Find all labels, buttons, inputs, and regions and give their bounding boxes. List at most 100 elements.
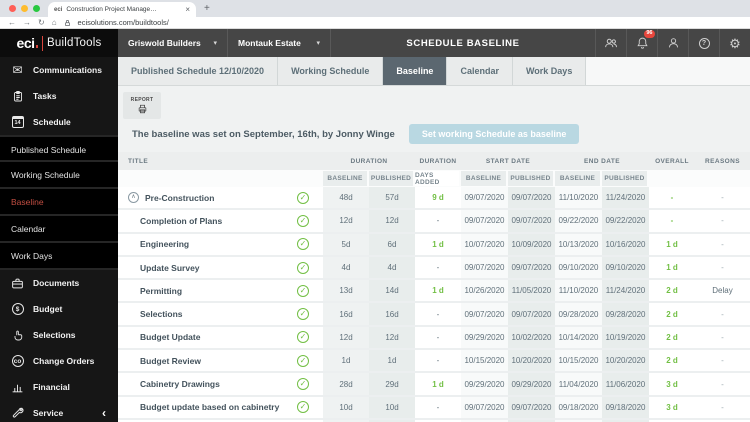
- start-date-published-cell: 09/07/2020: [508, 210, 555, 232]
- end-date-published-cell: 09/28/2020: [602, 303, 649, 325]
- column-header-duration2[interactable]: DURATION: [415, 158, 461, 165]
- minimize-window-button[interactable]: [21, 5, 28, 12]
- duration-published-cell: 12d: [369, 326, 415, 349]
- close-window-button[interactable]: [9, 5, 16, 12]
- logo-dot: [35, 45, 39, 48]
- end-date-baseline-cell: 10/15/2020: [555, 350, 602, 372]
- table-row[interactable]: ∧ Engineering ✓ 5d 6d 1 d 10/07/2020 10/…: [118, 233, 750, 257]
- check-circle-icon: ✓: [297, 401, 309, 414]
- sidebar-item-budget[interactable]: $ Budget: [0, 296, 118, 322]
- table-row[interactable]: ∧ Selections ✓ 16d 16d - 09/07/2020 09/0…: [118, 303, 750, 327]
- group-icon: [605, 38, 617, 48]
- duration-baseline-cell: 5d: [323, 233, 369, 255]
- sidebar-item-published-schedule[interactable]: Published Schedule: [0, 135, 118, 162]
- table-row[interactable]: ∧ Budget Review ✓ 1d 1d - 10/15/2020 10/…: [118, 350, 750, 374]
- check-circle-icon: ✓: [297, 191, 309, 204]
- reload-icon[interactable]: ↻: [38, 18, 45, 27]
- overall-cell: 3 d: [666, 379, 678, 389]
- column-header-title[interactable]: TITLE: [118, 158, 323, 165]
- table-row[interactable]: ∧ Budget Update ✓ 12d 12d - 09/29/2020 1…: [118, 326, 750, 351]
- column-header-duration[interactable]: DURATION: [323, 158, 415, 165]
- tab-work-days[interactable]: Work Days: [512, 57, 587, 85]
- reasons-cell: -: [721, 309, 724, 319]
- column-header-start-date[interactable]: START DATE: [461, 158, 555, 165]
- end-date-baseline-cell: 11/10/2020: [555, 187, 602, 209]
- buildtools-logo[interactable]: eci BuildTools: [0, 29, 118, 57]
- duration-published-cell: 14d: [369, 280, 415, 302]
- briefcase-icon: [10, 277, 25, 290]
- sidebar-item-work-days[interactable]: Work Days: [0, 243, 118, 270]
- tab-calendar[interactable]: Calendar: [447, 57, 513, 85]
- table-row[interactable]: ∧ Cabinetry Drawings ✓ 28d 29d 1 d 09/29…: [118, 373, 750, 397]
- reasons-cell: -: [721, 263, 724, 273]
- sidebar-item-documents[interactable]: Documents: [0, 270, 118, 296]
- back-icon[interactable]: ←: [8, 18, 16, 27]
- tab-working-schedule[interactable]: Working Schedule: [278, 57, 384, 85]
- subheader-baseline[interactable]: BASELINE: [461, 171, 508, 186]
- subheader-days-added[interactable]: DAYS ADDED: [415, 171, 461, 186]
- overall-cell: 2 d: [666, 309, 678, 319]
- column-header-reasons[interactable]: REASONS: [695, 158, 750, 165]
- project-dropdown[interactable]: Montauk Estate ▾: [228, 29, 331, 57]
- table-row[interactable]: ∧ Completion of Plans ✓ 12d 12d - 09/07/…: [118, 210, 750, 234]
- app-window: eci Construction Project Manage… × + ← →…: [0, 0, 750, 422]
- subheader-published[interactable]: PUBLISHED: [602, 171, 649, 186]
- collapse-sidebar-icon[interactable]: ‹: [102, 406, 106, 420]
- start-date-published-cell: 10/20/2020: [508, 350, 555, 372]
- subheader-published[interactable]: PUBLISHED: [369, 171, 415, 186]
- subheader-published[interactable]: PUBLISHED: [508, 171, 555, 186]
- sidebar-item-calendar[interactable]: Calendar: [0, 216, 118, 243]
- table-row[interactable]: ∧ Pre-Construction ✓ 48d 57d 9 d 09/07/2…: [118, 187, 750, 211]
- sidebar-item-tasks[interactable]: Tasks: [0, 83, 118, 109]
- sidebar-item-label: Change Orders: [33, 356, 95, 366]
- account-button[interactable]: [657, 29, 688, 57]
- sidebar-item-label: Budget: [33, 304, 63, 314]
- task-title: Selections: [140, 309, 183, 320]
- sidebar-item-service[interactable]: Service ‹: [0, 400, 118, 422]
- sidebar-item-communications[interactable]: ✉ Communications: [0, 57, 118, 83]
- report-button[interactable]: REPORT: [123, 92, 161, 119]
- close-tab-icon[interactable]: ×: [185, 5, 190, 14]
- wrench-icon: [10, 407, 25, 420]
- clipboard-icon: [10, 90, 25, 103]
- home-icon[interactable]: ⌂: [52, 18, 57, 27]
- sidebar-item-financial[interactable]: Financial: [0, 374, 118, 400]
- report-label: REPORT: [130, 97, 154, 103]
- end-date-published-cell: 11/06/2020: [602, 373, 649, 395]
- task-title-cell: ∧ Budget Update ✓: [118, 327, 323, 348]
- browser-tab[interactable]: eci Construction Project Manage… ×: [48, 2, 196, 17]
- subheader-baseline[interactable]: BASELINE: [323, 171, 369, 186]
- table-row[interactable]: ∧ Permitting ✓ 13d 14d 1 d 10/26/2020 11…: [118, 280, 750, 304]
- maximize-window-button[interactable]: [33, 5, 40, 12]
- user-icon: [668, 38, 678, 48]
- set-baseline-button[interactable]: Set working Schedule as baseline: [408, 124, 580, 144]
- sidebar-item-baseline[interactable]: Baseline: [0, 189, 118, 216]
- notifications-button[interactable]: 96: [626, 29, 657, 57]
- table-row[interactable]: ∧ Update Survey ✓ 4d 4d - 09/07/2020 09/…: [118, 256, 750, 281]
- contacts-button[interactable]: [595, 29, 626, 57]
- sidebar-item-schedule[interactable]: 14 Schedule: [0, 109, 118, 135]
- forward-icon[interactable]: →: [23, 18, 31, 27]
- start-date-published-cell: 09/29/2020: [508, 373, 555, 395]
- sidebar-item-selections[interactable]: Selections: [0, 322, 118, 348]
- settings-button[interactable]: ⚙: [719, 29, 750, 57]
- table-row[interactable]: ∧ Budget update based on cabinetry ✓ 10d…: [118, 396, 750, 420]
- task-title: Budget Review: [140, 355, 201, 366]
- sidebar-item-working-schedule[interactable]: Working Schedule: [0, 162, 118, 189]
- new-tab-button[interactable]: +: [204, 3, 210, 14]
- column-header-end-date[interactable]: END DATE: [555, 158, 649, 165]
- url-text[interactable]: ecisolutions.com/buildtools/: [78, 18, 169, 27]
- column-header-overall[interactable]: OVERALL: [649, 158, 695, 165]
- tab-baseline[interactable]: Baseline: [383, 57, 448, 85]
- subheader-baseline[interactable]: BASELINE: [555, 171, 602, 186]
- end-date-baseline-cell: 11/04/2020: [555, 373, 602, 395]
- sidebar-item-label: Tasks: [33, 91, 57, 101]
- end-date-baseline-cell: 09/10/2020: [555, 256, 602, 279]
- collapse-icon[interactable]: ∧: [128, 192, 139, 204]
- sidebar-item-change-orders[interactable]: co Change Orders: [0, 348, 118, 374]
- help-button[interactable]: ?: [688, 29, 719, 57]
- tab-published-schedule[interactable]: Published Schedule 12/10/2020: [118, 57, 279, 85]
- start-date-baseline-cell: 09/29/2020: [461, 373, 508, 395]
- company-dropdown[interactable]: Griswold Builders ▾: [118, 29, 228, 57]
- overall-cell: 2 d: [666, 286, 678, 296]
